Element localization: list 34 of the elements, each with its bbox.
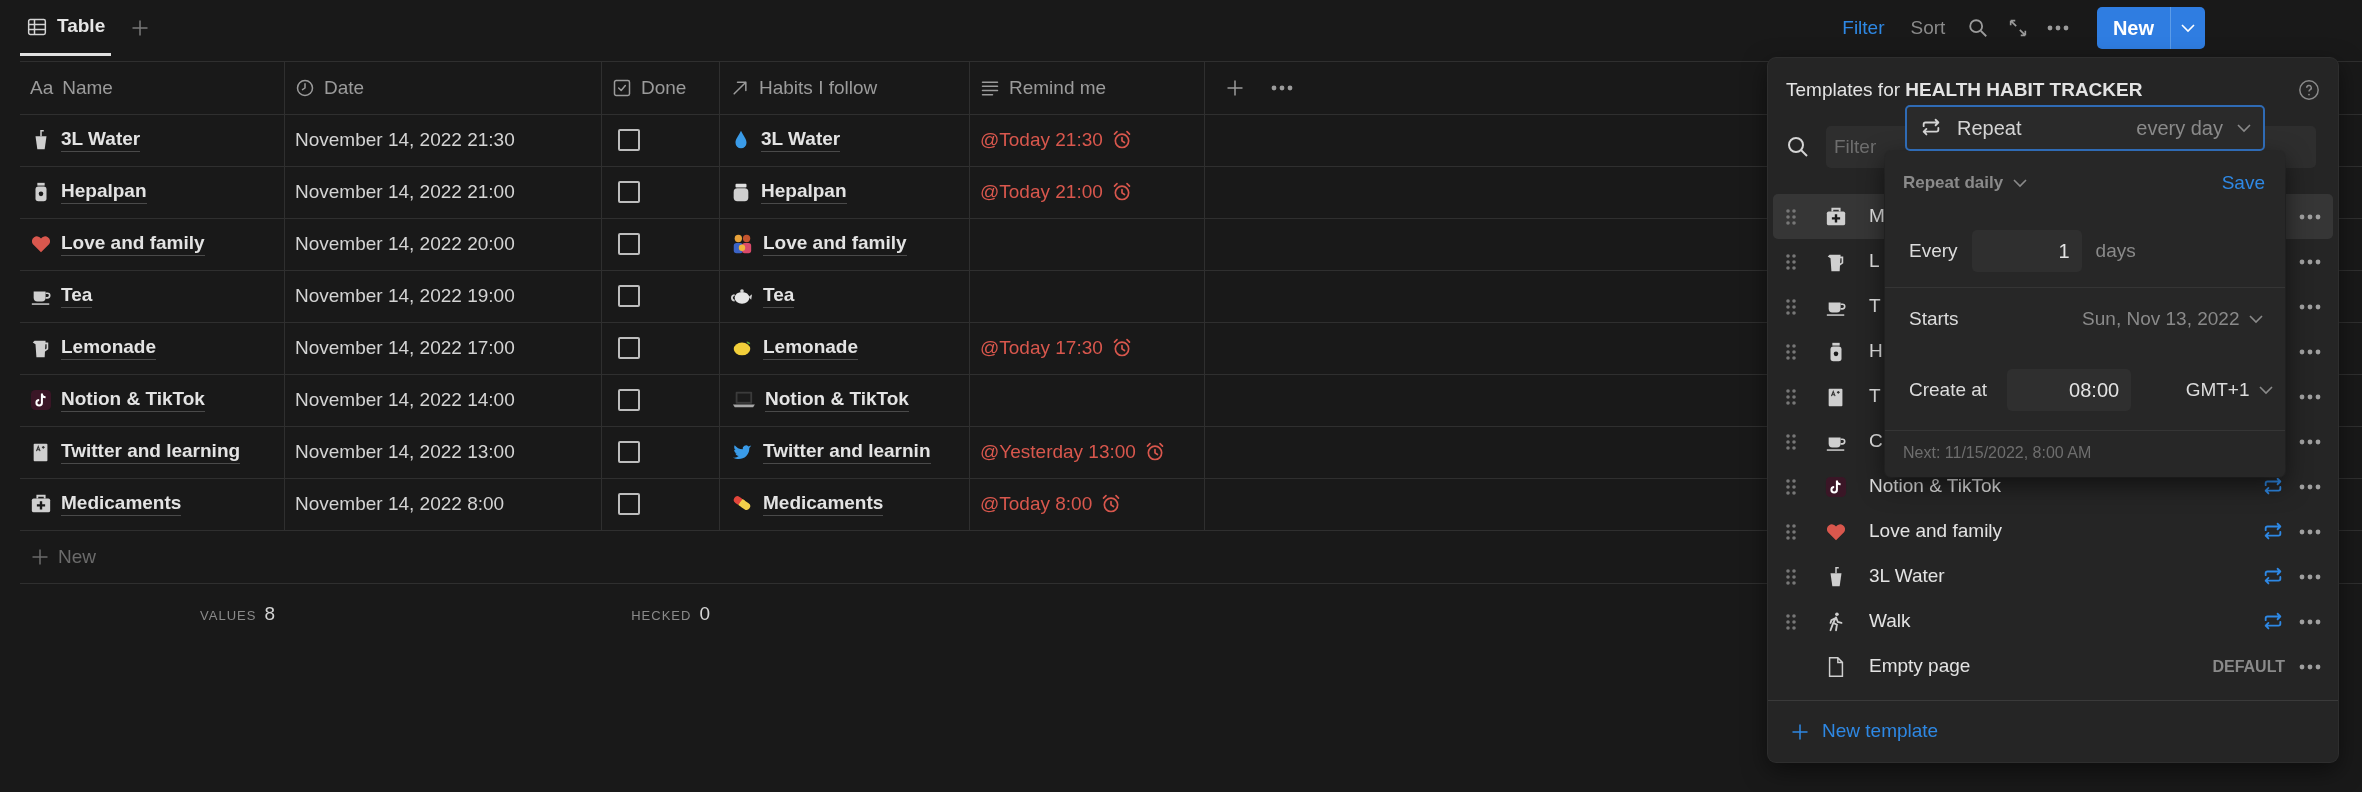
date-cell-text: November 14, 2022 13:00 [295,440,515,464]
template-name: M [1869,204,1885,229]
template-name: Empty page [1869,654,1971,679]
panel-title: Templates for HEALTH HABIT TRACKER [1786,77,2143,102]
default-label: DEFAULT [2212,656,2285,677]
template-name: L [1869,249,1880,274]
reminder-text: @Today 21:30 [980,128,1103,152]
next-run-text: Next: 11/15/2022, 8:00 AM [1903,443,2092,463]
unit-label: days [2095,238,2136,263]
reminder-text: @Today 17:30 [980,336,1103,360]
date-cell-text: November 14, 2022 21:30 [295,128,515,152]
date-cell-text: November 14, 2022 20:00 [295,232,515,256]
starts-label: Starts [1909,306,1959,331]
template-name: Notion & TikTok [1869,474,2001,499]
summary-value: 0 [699,601,710,626]
date-cell-text: November 14, 2022 19:00 [295,284,515,308]
date-cell-text: November 14, 2022 17:00 [295,336,515,360]
date-cell-text: November 14, 2022 21:00 [295,180,515,204]
reminder-text: @Yesterday 13:00 [980,440,1136,464]
every-label: Every [1909,238,1958,263]
date-cell-text: November 14, 2022 14:00 [295,388,515,412]
create-at-label: Create at [1909,377,1988,402]
template-name: Walk [1869,609,1911,634]
summary-label: HECKED [631,606,692,625]
column-type-label: Aa [30,75,54,100]
summary-value: 8 [264,601,275,626]
template-name: T [1869,384,1881,409]
template-name: H [1869,339,1883,364]
template-name: T [1869,294,1881,319]
template-name: C [1869,429,1883,454]
reminder-text: @Today 8:00 [980,492,1093,516]
date-cell-text: November 14, 2022 8:00 [295,492,505,516]
summary-label: VALUES [200,606,257,625]
reminder-text: @Today 21:00 [980,180,1103,204]
